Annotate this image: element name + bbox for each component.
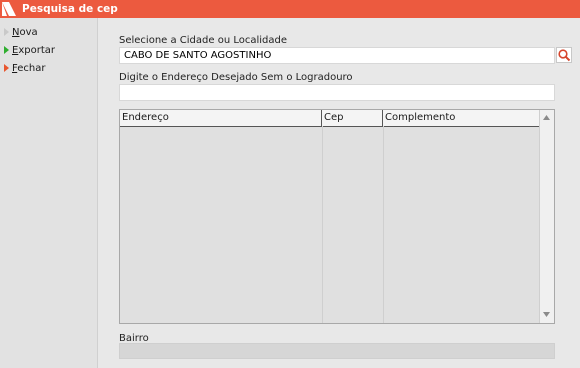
column-header-complemento[interactable]: Complemento	[383, 110, 541, 126]
arrow-right-icon	[4, 46, 9, 54]
city-label: Selecione a Cidade ou Localidade	[119, 35, 288, 46]
results-grid[interactable]: Endereço Cep Complemento	[119, 109, 555, 324]
column-header-cep[interactable]: Cep	[322, 110, 383, 126]
window-titlebar: Pesquisa de cep	[0, 0, 580, 18]
grid-header: Endereço Cep Complemento	[120, 110, 541, 127]
city-field[interactable]	[119, 47, 555, 64]
arrow-right-icon	[4, 28, 9, 36]
column-header-endereco[interactable]: Endereço	[120, 110, 322, 126]
column-divider	[322, 126, 323, 323]
search-form: Selecione a Cidade ou Localidade Digite …	[97, 18, 580, 368]
menu-item-label: Nova	[12, 26, 38, 38]
menu-item-exportar[interactable]: Exportar	[4, 43, 55, 57]
bairro-field	[119, 343, 555, 359]
address-label: Digite o Endereço Desejado Sem o Logrado…	[119, 72, 353, 83]
search-icon	[558, 49, 571, 62]
column-divider	[383, 126, 384, 323]
city-search-button[interactable]	[556, 47, 572, 63]
menu-item-label: Exportar	[12, 44, 55, 56]
action-sidebar: Nova Exportar Fechar	[0, 18, 98, 368]
scroll-down-icon[interactable]	[542, 310, 551, 319]
menu-item-fechar[interactable]: Fechar	[4, 61, 45, 75]
app-logo-icon	[0, 0, 18, 18]
grid-scrollbar[interactable]	[539, 110, 554, 323]
menu-item-nova[interactable]: Nova	[4, 25, 38, 39]
menu-item-label: Fechar	[12, 62, 46, 74]
window-title: Pesquisa de cep	[22, 3, 118, 15]
address-field[interactable]	[119, 84, 555, 101]
scroll-up-icon[interactable]	[542, 113, 551, 122]
arrow-right-icon	[4, 64, 9, 72]
